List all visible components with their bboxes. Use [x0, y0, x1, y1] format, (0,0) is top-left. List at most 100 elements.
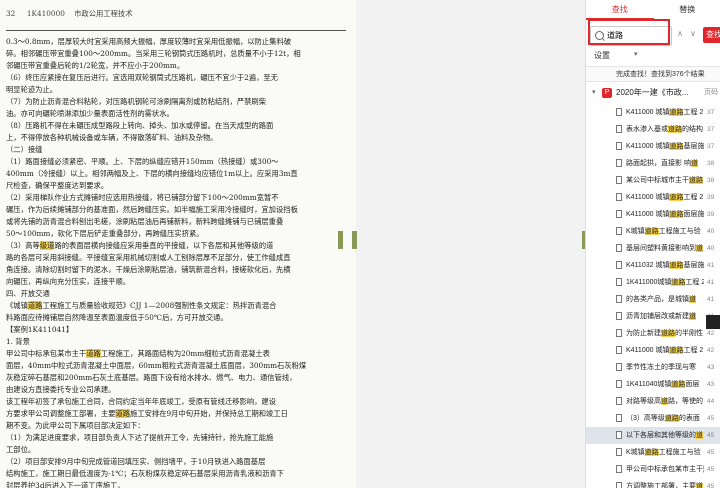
search-result-item[interactable]: 路面起拱，直接影 响道 38	[586, 155, 720, 172]
line-text: （2）采用梯队作业方式摊铺时应选用热接缝，将已铺部分留下100～200mm宽暂不	[6, 193, 279, 202]
tab-replace[interactable]: 替换	[654, 0, 720, 20]
chevron-down-icon[interactable]: ▾	[634, 50, 638, 58]
search-result-item[interactable]: K411032 城镇道路基层施 41	[586, 257, 720, 274]
result-page: 45	[707, 466, 715, 473]
document-icon	[616, 363, 622, 371]
result-snippet: 季节性冻土的季现与寒	[626, 364, 696, 371]
line-text: 工部位。	[6, 445, 36, 454]
result-page: 45	[707, 449, 715, 456]
result-page: 43	[707, 381, 715, 388]
settings-dropdown[interactable]: 设置	[594, 50, 610, 61]
search-result-item[interactable]: K411000 城镇道路工程 2 37	[586, 104, 720, 121]
result-snippet: 为防止新建道路的半刚性	[626, 330, 703, 337]
document-icon	[616, 210, 622, 218]
search-result-item[interactable]: K411000 城镇道路面层施 39	[586, 206, 720, 223]
search-result-item[interactable]: 季节性冻土的季现与寒 43	[586, 359, 720, 376]
find-tabs: 查找 替换	[586, 0, 720, 20]
document-icon	[616, 295, 622, 303]
result-snippet: K411000 城镇道路工程 2	[626, 109, 704, 116]
document-line: （1）为满足进度要求，项目部负责人下达了提前开工令，先铺持针，抢先施工能施	[6, 432, 350, 444]
line-text: 1. 背景	[6, 337, 30, 346]
find-button[interactable]: 查找	[703, 27, 720, 43]
collapse-icon[interactable]: ▾	[592, 84, 596, 102]
result-page: 44	[707, 398, 715, 405]
search-result-item[interactable]: 甲公司中标承包某市主干道45	[586, 461, 720, 478]
tab-find[interactable]: 查找	[586, 0, 654, 20]
result-snippet: 对路等级高道路，等使的	[626, 398, 703, 405]
search-box[interactable]	[590, 26, 672, 46]
document-line: 50～100mm，软化下层后铲走重叠部分，再跨缝压实挤紧。	[6, 228, 350, 240]
line-text: （7）为防止沥青混合料粘轮，对压路机钢轮可涂刷隔离剂或防粘结剂，严禁刷柴	[6, 97, 267, 106]
document-icon	[616, 159, 622, 167]
margin-marker	[338, 231, 343, 249]
result-page: 39	[707, 211, 715, 218]
line-text: （1）为满足进度要求，项目部负责人下达了提前开工令，先铺持针，抢先施工能施	[6, 433, 274, 442]
search-result-item[interactable]: 对路等级高道路，等使的 44	[586, 393, 720, 410]
search-hit: 道路	[115, 409, 131, 418]
document-line: （7）为防止沥青混合料粘轮，对压路机钢轮可涂刷隔离剂或防粘结剂，严禁刷柴	[6, 96, 350, 108]
document-icon	[616, 465, 622, 473]
result-snippet: 1K411040城镇道路面层	[626, 381, 700, 388]
search-result-item[interactable]: K城镇道路工程施工与验 45	[586, 444, 720, 461]
document-icon	[616, 482, 622, 488]
result-file-row[interactable]: ▾ P 2020年一建《市政... 页码	[586, 84, 720, 102]
document-icon	[616, 261, 622, 269]
search-result-item[interactable]: 表水渗入基或道路的结构 37	[586, 121, 720, 138]
search-result-item[interactable]: K411000 城镇道路基层施 37	[586, 138, 720, 155]
margin-marker	[352, 231, 357, 249]
search-input[interactable]	[607, 29, 667, 42]
result-snippet: 沥青加铺层改或新建道	[626, 313, 696, 320]
result-page: 37	[707, 109, 715, 116]
document-icon	[616, 431, 622, 439]
document-line: 尺检查，确保平整度达到要求。	[6, 180, 350, 192]
line-text: 期不变。为此甲公司下属项目部决定如下：	[6, 421, 145, 430]
line-text: 工程施工，其路面结构为20mm细粒式沥青混凝土表	[100, 349, 270, 358]
document-line: （8）压路机不得在未碾压成型路段上转向、掉头、加水或停留。在当天成型的路面	[6, 120, 350, 132]
search-result-item[interactable]: 基层间塑料黄接影响到道 40	[586, 240, 720, 257]
search-result-item[interactable]: K411000 城镇道路工程 2 39	[586, 189, 720, 206]
document-line: 工部位。	[6, 444, 350, 456]
line-text: 结构施工，施工期日最低温度为-1℃；石灰粉煤灰稳定碎石基层采用沥青乳液和沥青下	[6, 469, 284, 478]
line-text: （2）项目部安排9月中旬完成管道回填压实、侧挡墙平，于10月铁进入路面基层	[6, 457, 266, 466]
document-line: 封层养护3d后进入下一道工序施工。	[6, 480, 350, 488]
prev-result-button[interactable]: ∧	[674, 27, 686, 41]
search-result-item[interactable]: K城镇道路工程施工与验 40	[586, 223, 720, 240]
document-icon	[616, 227, 622, 235]
document-line: （二）接缝	[6, 144, 350, 156]
document-line: 料路面应待摊铺层自然降温至表面温度低于50℃后，方可开放交通。	[6, 312, 350, 324]
line-text: 施工安排在9月中旬开始，并保持总工期和竣工日	[130, 409, 288, 418]
line-text: 路的表面层横向接缝应采用垂直的平接缝，以下各层和其他等级的道	[54, 241, 274, 250]
line-text: 上，不得停放各种机械设备或车辆，不得散落矿料、油料及杂物。	[6, 133, 218, 142]
line-text: （3）高等	[6, 241, 40, 250]
search-result-item[interactable]: 以下各层和其他等级的道 45	[586, 427, 720, 444]
search-result-item[interactable]: K411000 城镇道路工程 2 42	[586, 342, 720, 359]
result-snippet: 某公司中标城市主干道路	[626, 177, 703, 184]
search-result-item[interactable]: 沥青加铺层改或新建道41	[586, 308, 720, 325]
result-snippet: 表水渗入基或道路的结构	[626, 126, 703, 133]
line-text: 0.3～0.8mm，层厚较大时宜采用高频大振幅，厚度较薄时宜采用低振幅，以防止集…	[6, 37, 292, 46]
line-text: 50～100mm，软化下层后铲走重叠部分，再跨缝压实挤紧。	[6, 229, 204, 238]
document-icon	[616, 193, 622, 201]
result-snippet: （3）高等级道路的表面	[626, 415, 700, 422]
result-page: 40	[707, 245, 715, 252]
result-snippet: K411000 城镇道路面层施	[626, 211, 704, 218]
search-result-item[interactable]: 为防止新建道路的半刚性 42	[586, 325, 720, 342]
next-result-button[interactable]: ∨	[687, 27, 699, 41]
result-snippet: 基层间塑料黄接影响到道	[626, 245, 703, 252]
search-hit: 道路	[27, 301, 43, 310]
search-result-item[interactable]: （3）高等级道路的表面 45	[586, 410, 720, 427]
line-text: 由建设方直接委托专业公司承建。	[6, 385, 116, 394]
search-result-item[interactable]: 某公司中标城市主干道路 38	[586, 172, 720, 189]
search-result-item[interactable]: 1K411000城镇道路工程 2 41	[586, 274, 720, 291]
document-icon	[616, 244, 622, 252]
search-result-item[interactable]: 的各类产品，是城镇道 41	[586, 291, 720, 308]
result-page: 41	[707, 296, 715, 303]
result-summary: 完成查找！查找到376个结果	[586, 66, 720, 82]
line-text: （6）终压应紧接在复压后进行。宜选用双轮钢筒式压路机，碾压不宜少于2遍，至无	[6, 73, 278, 82]
search-result-item[interactable]: 方调整施工部署，主要道 45	[586, 478, 720, 488]
result-page: 42	[707, 347, 715, 354]
document-line: 该工程年初签了承包施工合同，合同约定当年年底竣工，受原有管线迁移影响，建设	[6, 396, 350, 408]
document-line: 甲公司中标承包某市主干道路工程施工，其路面结构为20mm细粒式沥青混凝土表	[6, 348, 350, 360]
search-result-item[interactable]: 1K411040城镇道路面层 43	[586, 376, 720, 393]
document-line: 《城镇道路工程施工与质量验收规范》CJJ 1—2008强制性条文规定：热拌沥青混…	[6, 300, 350, 312]
